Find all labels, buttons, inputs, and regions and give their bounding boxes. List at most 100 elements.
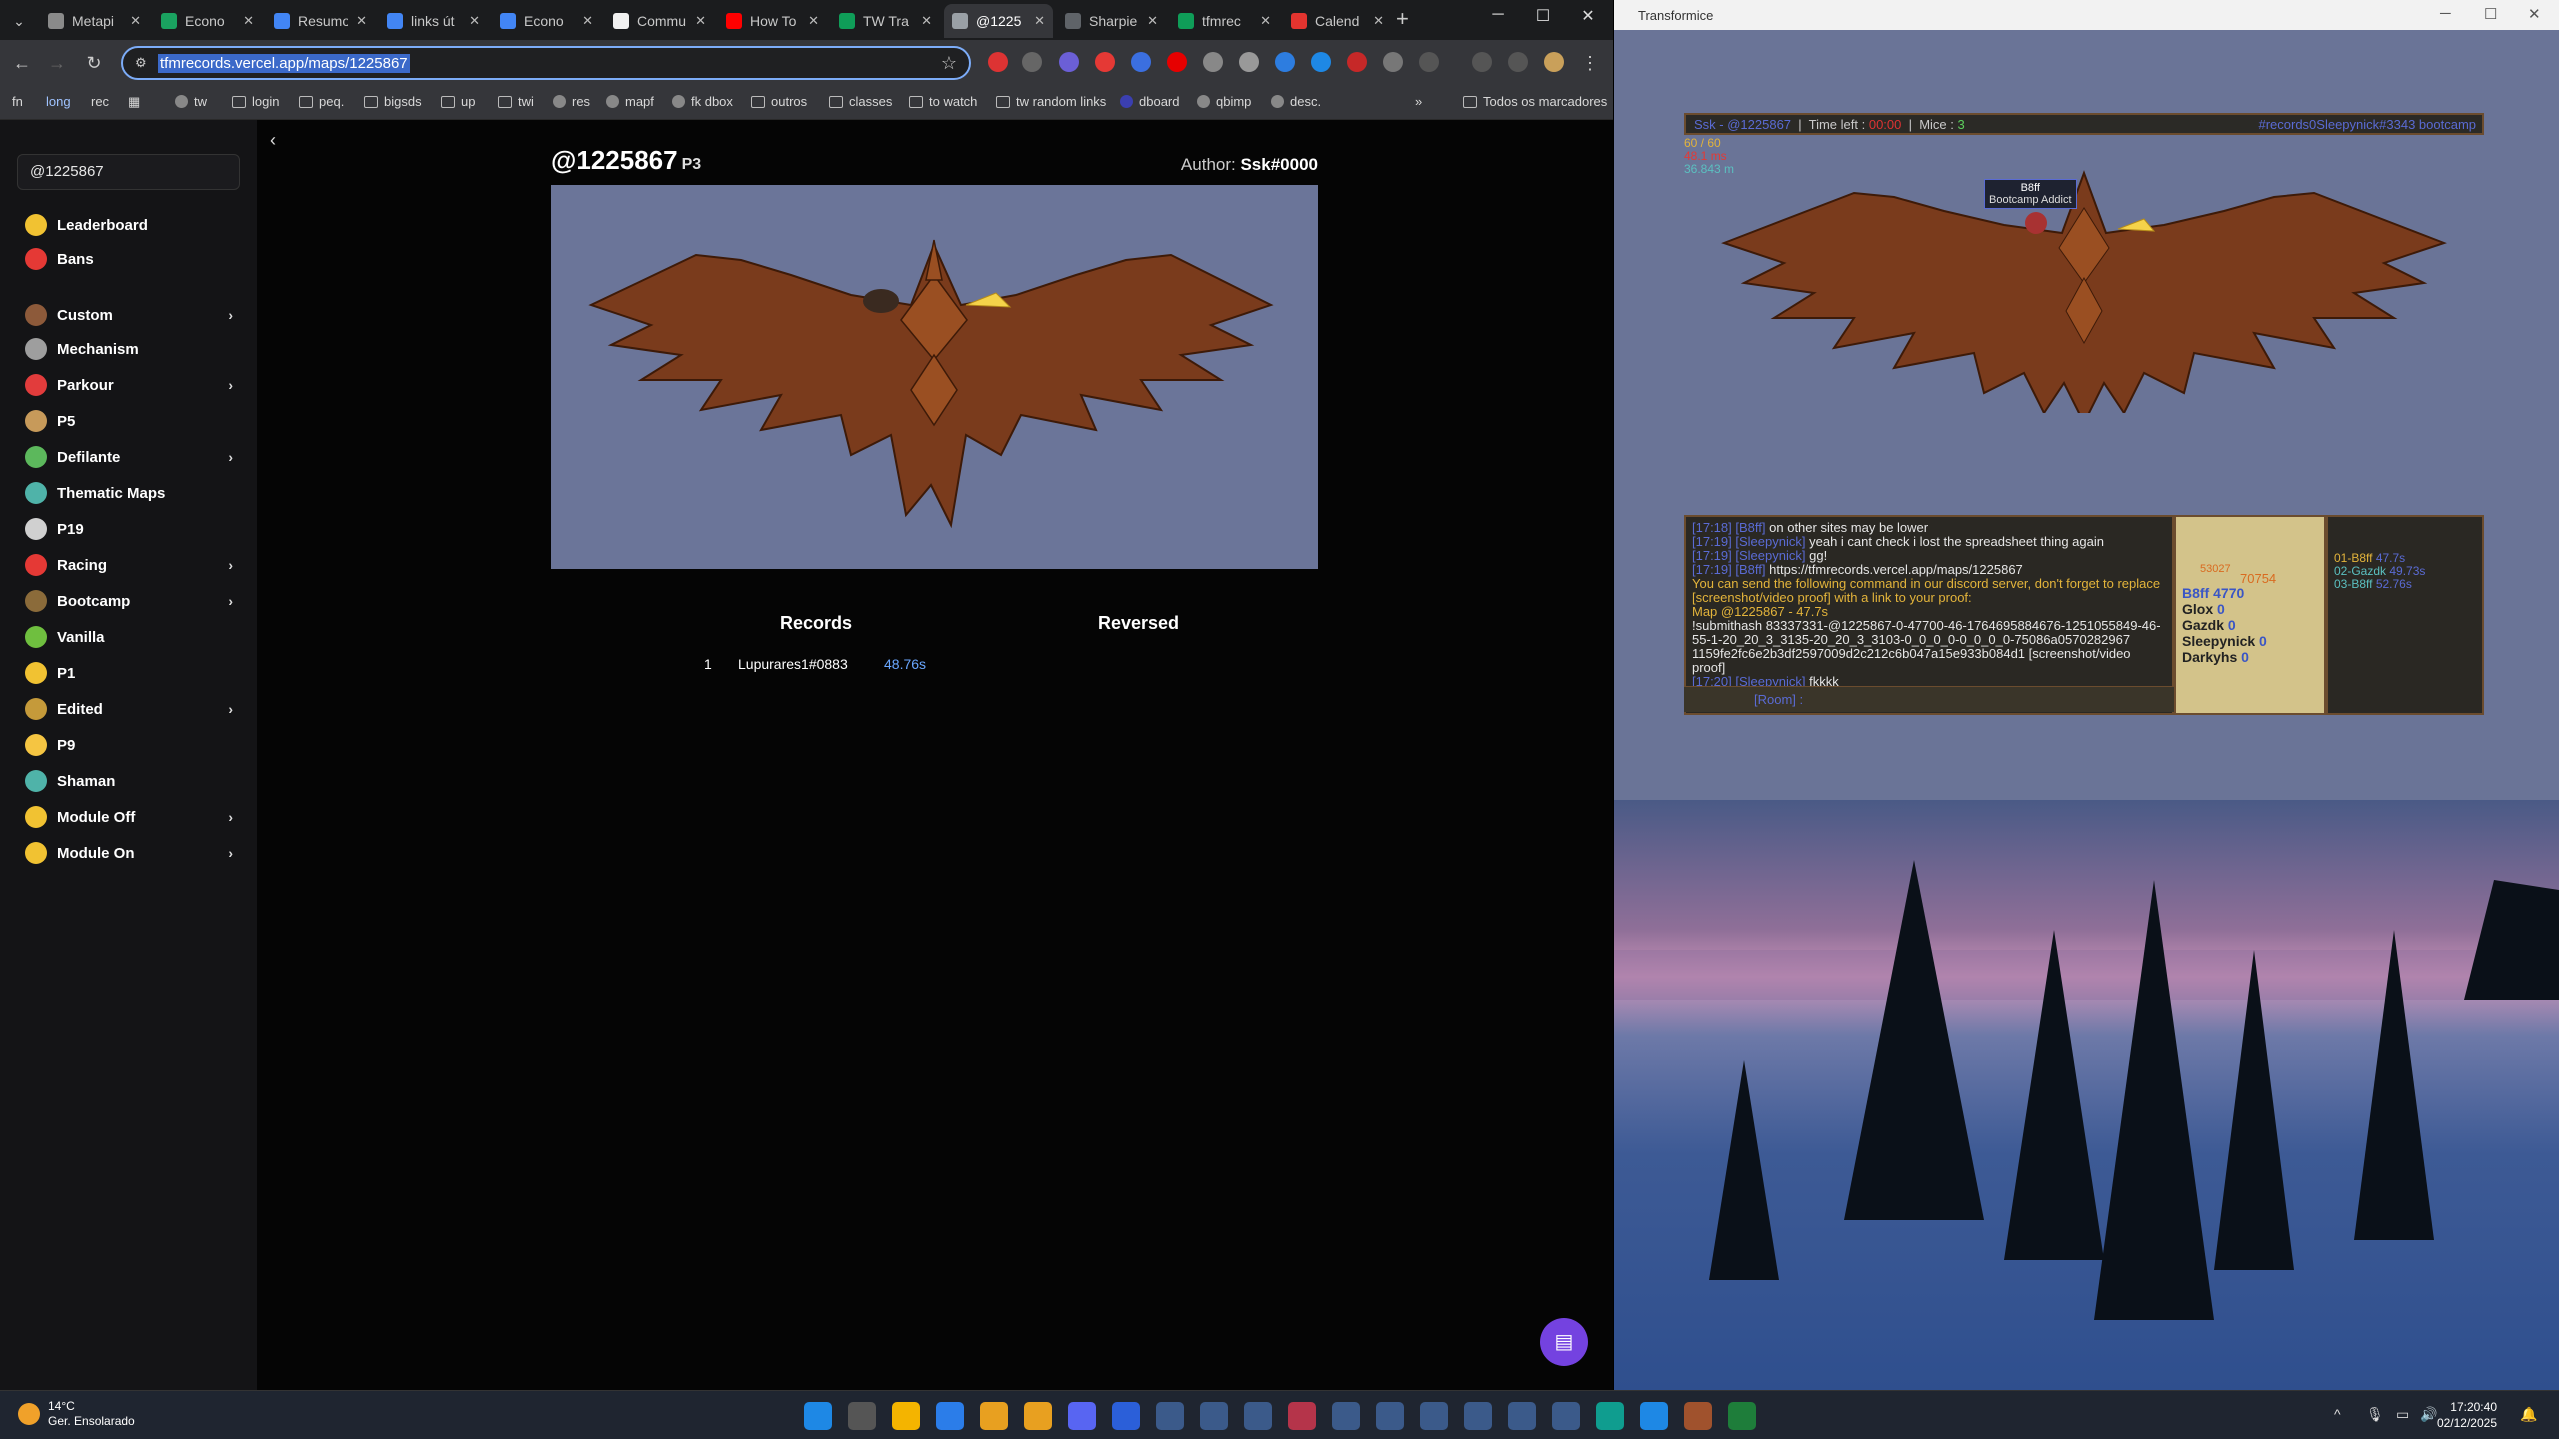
search-icon[interactable] (848, 1402, 876, 1430)
player-entry[interactable]: Sleepynick 0 (2182, 633, 2267, 649)
tab-search-icon[interactable]: ⌄ (8, 10, 30, 32)
tab-close-icon[interactable]: ✕ (1260, 13, 1271, 29)
extensions-puzzle-icon[interactable] (1419, 52, 1439, 72)
all-bookmarks[interactable]: Todos os marcadores (1463, 94, 1607, 109)
sidebar-item-bootcamp[interactable]: Bootcamp › (25, 588, 235, 614)
profile-avatar[interactable] (1544, 52, 1564, 72)
app-icon[interactable] (1112, 1402, 1140, 1430)
sidebar-item-p19[interactable]: P19 (25, 516, 235, 542)
sidebar-item-racing[interactable]: Racing › (25, 552, 235, 578)
browser-tab[interactable]: Calend ✕ (1283, 4, 1392, 38)
game-canvas[interactable]: Ssk - @1225867 | Time left : 00:00 | Mic… (1684, 113, 2484, 715)
browser-tab[interactable]: tfmrec ✕ (1170, 4, 1279, 38)
sidebar-item-thematic-maps[interactable]: Thematic Maps (25, 480, 235, 506)
bookmark-folder[interactable]: outros (751, 94, 807, 109)
browser-tab[interactable]: Econo ✕ (492, 4, 601, 38)
extension-icon[interactable] (1203, 52, 1223, 72)
media-icon[interactable] (1508, 52, 1528, 72)
tab-close-icon[interactable]: ✕ (130, 13, 141, 29)
browser-tab[interactable]: links út ✕ (379, 4, 488, 38)
back-button[interactable]: ← (10, 51, 34, 75)
sidebar-item-bans[interactable]: Bans (25, 246, 235, 272)
player-entry[interactable]: Gazdk 0 (2182, 617, 2236, 633)
app-icon[interactable] (1156, 1402, 1184, 1430)
tab-close-icon[interactable]: ✕ (808, 13, 819, 29)
bookmark-item[interactable]: mapf (606, 94, 654, 109)
bookmark-folder[interactable]: to watch (909, 94, 977, 109)
transformice-icon[interactable] (1684, 1402, 1712, 1430)
app-icon[interactable] (1420, 1402, 1448, 1430)
sidebar-item-leaderboard[interactable]: Leaderboard (25, 212, 235, 238)
sidebar-item-module-off[interactable]: Module Off › (25, 804, 235, 830)
apps-grid-icon[interactable]: ▦ (128, 94, 140, 110)
player-entry[interactable]: Darkyhs 0 (2182, 649, 2249, 665)
maximize-button[interactable]: ☐ (1523, 6, 1563, 26)
bookmark-item[interactable]: rec (91, 94, 109, 109)
chat-box[interactable]: [17:18] [B8ff] on other sites may be low… (1684, 515, 2174, 715)
address-bar[interactable]: ⚙ tfmrecords.vercel.app/maps/1225867 ☆ (121, 46, 971, 80)
tab-close-icon[interactable]: ✕ (1034, 13, 1045, 29)
sidebar-item-shaman[interactable]: Shaman (25, 768, 235, 794)
browser-tab[interactable]: Resumo ✕ (266, 4, 375, 38)
app-icon[interactable] (1464, 1402, 1492, 1430)
tab-close-icon[interactable]: ✕ (469, 13, 480, 29)
record-time[interactable]: 48.76s (884, 656, 926, 672)
close-window-button[interactable]: ✕ (1568, 6, 1608, 26)
bookmark-item[interactable]: long (46, 94, 71, 109)
forward-button[interactable]: → (45, 51, 69, 75)
extension-icon[interactable] (1095, 52, 1115, 72)
browser-tab[interactable]: How To ✕ (718, 4, 827, 38)
bookmark-folder[interactable]: twi (498, 94, 534, 109)
sidebar-item-p5[interactable]: P5 (25, 408, 235, 434)
extension-icon[interactable] (1311, 52, 1331, 72)
new-tab-button[interactable]: + (1396, 8, 1409, 30)
notepad-icon[interactable] (1640, 1402, 1668, 1430)
sidebar-item-custom[interactable]: Custom › (25, 302, 235, 328)
extension-icon[interactable] (1131, 52, 1151, 72)
minimize-button[interactable]: ─ (1478, 6, 1518, 24)
browser-tab[interactable]: Commu ✕ (605, 4, 714, 38)
extension-icon[interactable] (1239, 52, 1259, 72)
sidebar-item-p1[interactable]: P1 (25, 660, 235, 686)
sidebar-item-edited[interactable]: Edited › (25, 696, 235, 722)
browser-tab[interactable]: TW Tra ✕ (831, 4, 940, 38)
bookmark-folder[interactable]: up (441, 94, 475, 109)
bookmark-item[interactable]: qbimp (1197, 94, 1251, 109)
bookmark-item[interactable]: fk dbox (672, 94, 733, 109)
sidebar-item-defilante[interactable]: Defilante › (25, 444, 235, 470)
document-fab-button[interactable]: ▤ (1540, 1318, 1588, 1366)
sidebar-item-mechanism[interactable]: Mechanism (25, 336, 235, 362)
edge-icon[interactable] (1596, 1402, 1624, 1430)
browser-tab[interactable]: Econo ✕ (153, 4, 262, 38)
app-icon[interactable] (936, 1402, 964, 1430)
chrome-icon[interactable] (980, 1402, 1008, 1430)
excel-icon[interactable] (1728, 1402, 1756, 1430)
url-text[interactable]: tfmrecords.vercel.app/maps/1225867 (158, 54, 410, 73)
bookmark-item[interactable]: desc. (1271, 94, 1321, 109)
bookmark-star-icon[interactable]: ☆ (941, 53, 957, 74)
chrome-icon[interactable] (1024, 1402, 1052, 1430)
start-icon[interactable] (804, 1402, 832, 1430)
bookmark-item[interactable]: dboard (1120, 94, 1179, 109)
player-entry[interactable]: Glox 0 (2182, 601, 2225, 617)
site-info-icon[interactable]: ⚙ (135, 55, 151, 71)
extension-icon[interactable] (988, 52, 1008, 72)
extension-icon[interactable] (1022, 52, 1042, 72)
app-icon[interactable] (1508, 1402, 1536, 1430)
bookmark-item[interactable]: tw (175, 94, 207, 109)
app-icon[interactable] (1332, 1402, 1360, 1430)
extension-icon[interactable] (1059, 52, 1079, 72)
tab-close-icon[interactable]: ✕ (695, 13, 706, 29)
volume-icon[interactable]: 🔊 (2420, 1406, 2437, 1423)
sidebar-item-p9[interactable]: P9 (25, 732, 235, 758)
bookmark-folder[interactable]: tw random links (996, 94, 1106, 109)
player-entry[interactable]: B8ff 4770 (2182, 585, 2244, 601)
tray-chevron-icon[interactable]: ^ (2334, 1406, 2341, 1422)
app-icon[interactable] (1288, 1402, 1316, 1430)
bookmark-folder[interactable]: bigsds (364, 94, 422, 109)
bookmark-item[interactable]: fn (12, 94, 23, 109)
extension-icon[interactable] (1347, 52, 1367, 72)
app-icon[interactable] (1244, 1402, 1272, 1430)
bookmark-item[interactable]: res (553, 94, 590, 109)
close-window-button[interactable]: ✕ (2528, 5, 2541, 23)
